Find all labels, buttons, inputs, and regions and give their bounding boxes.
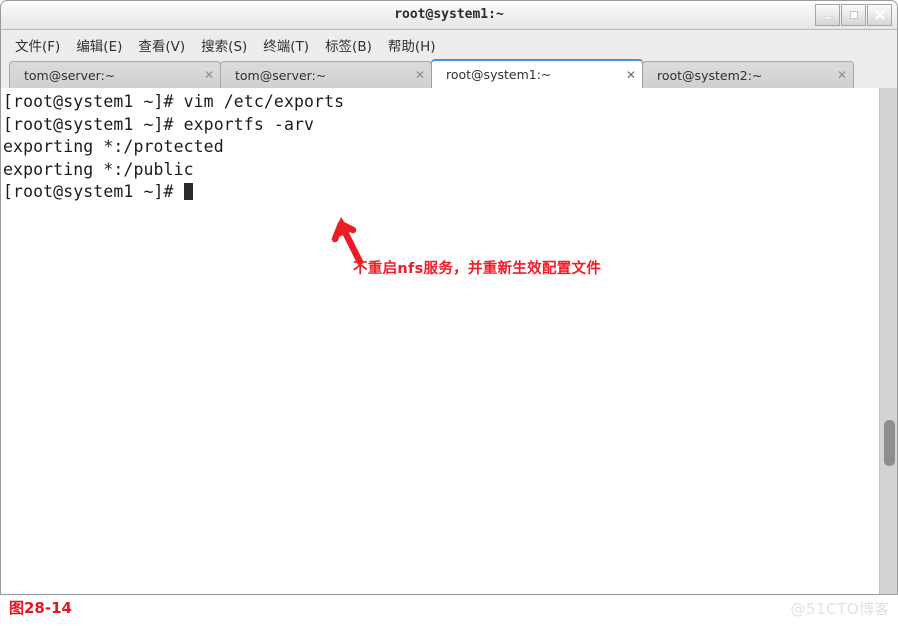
- menu-item-help[interactable]: 帮助(H): [380, 32, 444, 58]
- tab-label: tom@server:~: [235, 67, 327, 83]
- tab-tom-server-1[interactable]: tom@server:~ ✕: [9, 61, 221, 88]
- close-icon[interactable]: ✕: [194, 69, 214, 81]
- window-controls: [815, 4, 892, 26]
- close-icon[interactable]: ✕: [405, 69, 425, 81]
- vertical-scrollbar[interactable]: [879, 88, 897, 594]
- scrollbar-thumb[interactable]: [884, 420, 895, 466]
- terminal-line: [root@system1 ~]# exportfs -arv: [3, 114, 315, 134]
- menu-item-file[interactable]: 文件(F): [7, 32, 68, 58]
- terminal-prompt-line: [root@system1 ~]#: [3, 181, 878, 204]
- annotation-label: 不重启nfs服务，并重新生效配置文件: [353, 261, 602, 277]
- menu-item-view[interactable]: 查看(V): [130, 32, 193, 58]
- terminal-content-area[interactable]: [root@system1 ~]# vim /etc/exports [root…: [0, 88, 898, 595]
- window-title: root@system1:~: [394, 7, 504, 22]
- tab-root-system1[interactable]: root@system1:~ ✕: [431, 59, 643, 88]
- terminal-line: exporting *:/protected: [3, 137, 224, 157]
- tab-label: root@system1:~: [446, 67, 552, 82]
- title-bar: root@system1:~: [0, 0, 898, 30]
- maximize-button[interactable]: [841, 4, 866, 26]
- tab-bar: tom@server:~ ✕ tom@server:~ ✕ root@syste…: [0, 59, 898, 88]
- tab-root-system2[interactable]: root@system2:~ ✕: [642, 61, 854, 88]
- close-icon[interactable]: ✕: [616, 69, 636, 81]
- minimize-button[interactable]: [815, 4, 840, 26]
- tab-label: root@system2:~: [657, 67, 763, 83]
- tab-label: tom@server:~: [24, 67, 116, 83]
- menu-item-terminal[interactable]: 终端(T): [255, 32, 317, 58]
- text-cursor: [183, 183, 194, 201]
- prompt-text: [root@system1 ~]#: [3, 182, 184, 202]
- figure-caption: 图28-14: [9, 599, 72, 617]
- close-icon[interactable]: ✕: [827, 69, 847, 81]
- menu-bar: 文件(F) 编辑(E) 查看(V) 搜索(S) 终端(T) 标签(B) 帮助(H…: [0, 30, 898, 59]
- terminal-line: exporting *:/public: [3, 159, 194, 179]
- menu-item-tabs[interactable]: 标签(B): [317, 32, 380, 58]
- watermark-label: @51CTO博客: [790, 600, 890, 618]
- menu-item-search[interactable]: 搜索(S): [193, 32, 255, 58]
- terminal-line: [root@system1 ~]# vim /etc/exports: [3, 92, 345, 111]
- terminal-window: root@system1:~ 文件(F) 编辑(E) 查看(V) 搜索(S) 终…: [0, 0, 898, 596]
- terminal-screen[interactable]: [root@system1 ~]# vim /etc/exports [root…: [1, 88, 878, 594]
- close-button[interactable]: [867, 4, 892, 26]
- tab-tom-server-2[interactable]: tom@server:~ ✕: [220, 61, 432, 88]
- menu-item-edit[interactable]: 编辑(E): [68, 32, 130, 58]
